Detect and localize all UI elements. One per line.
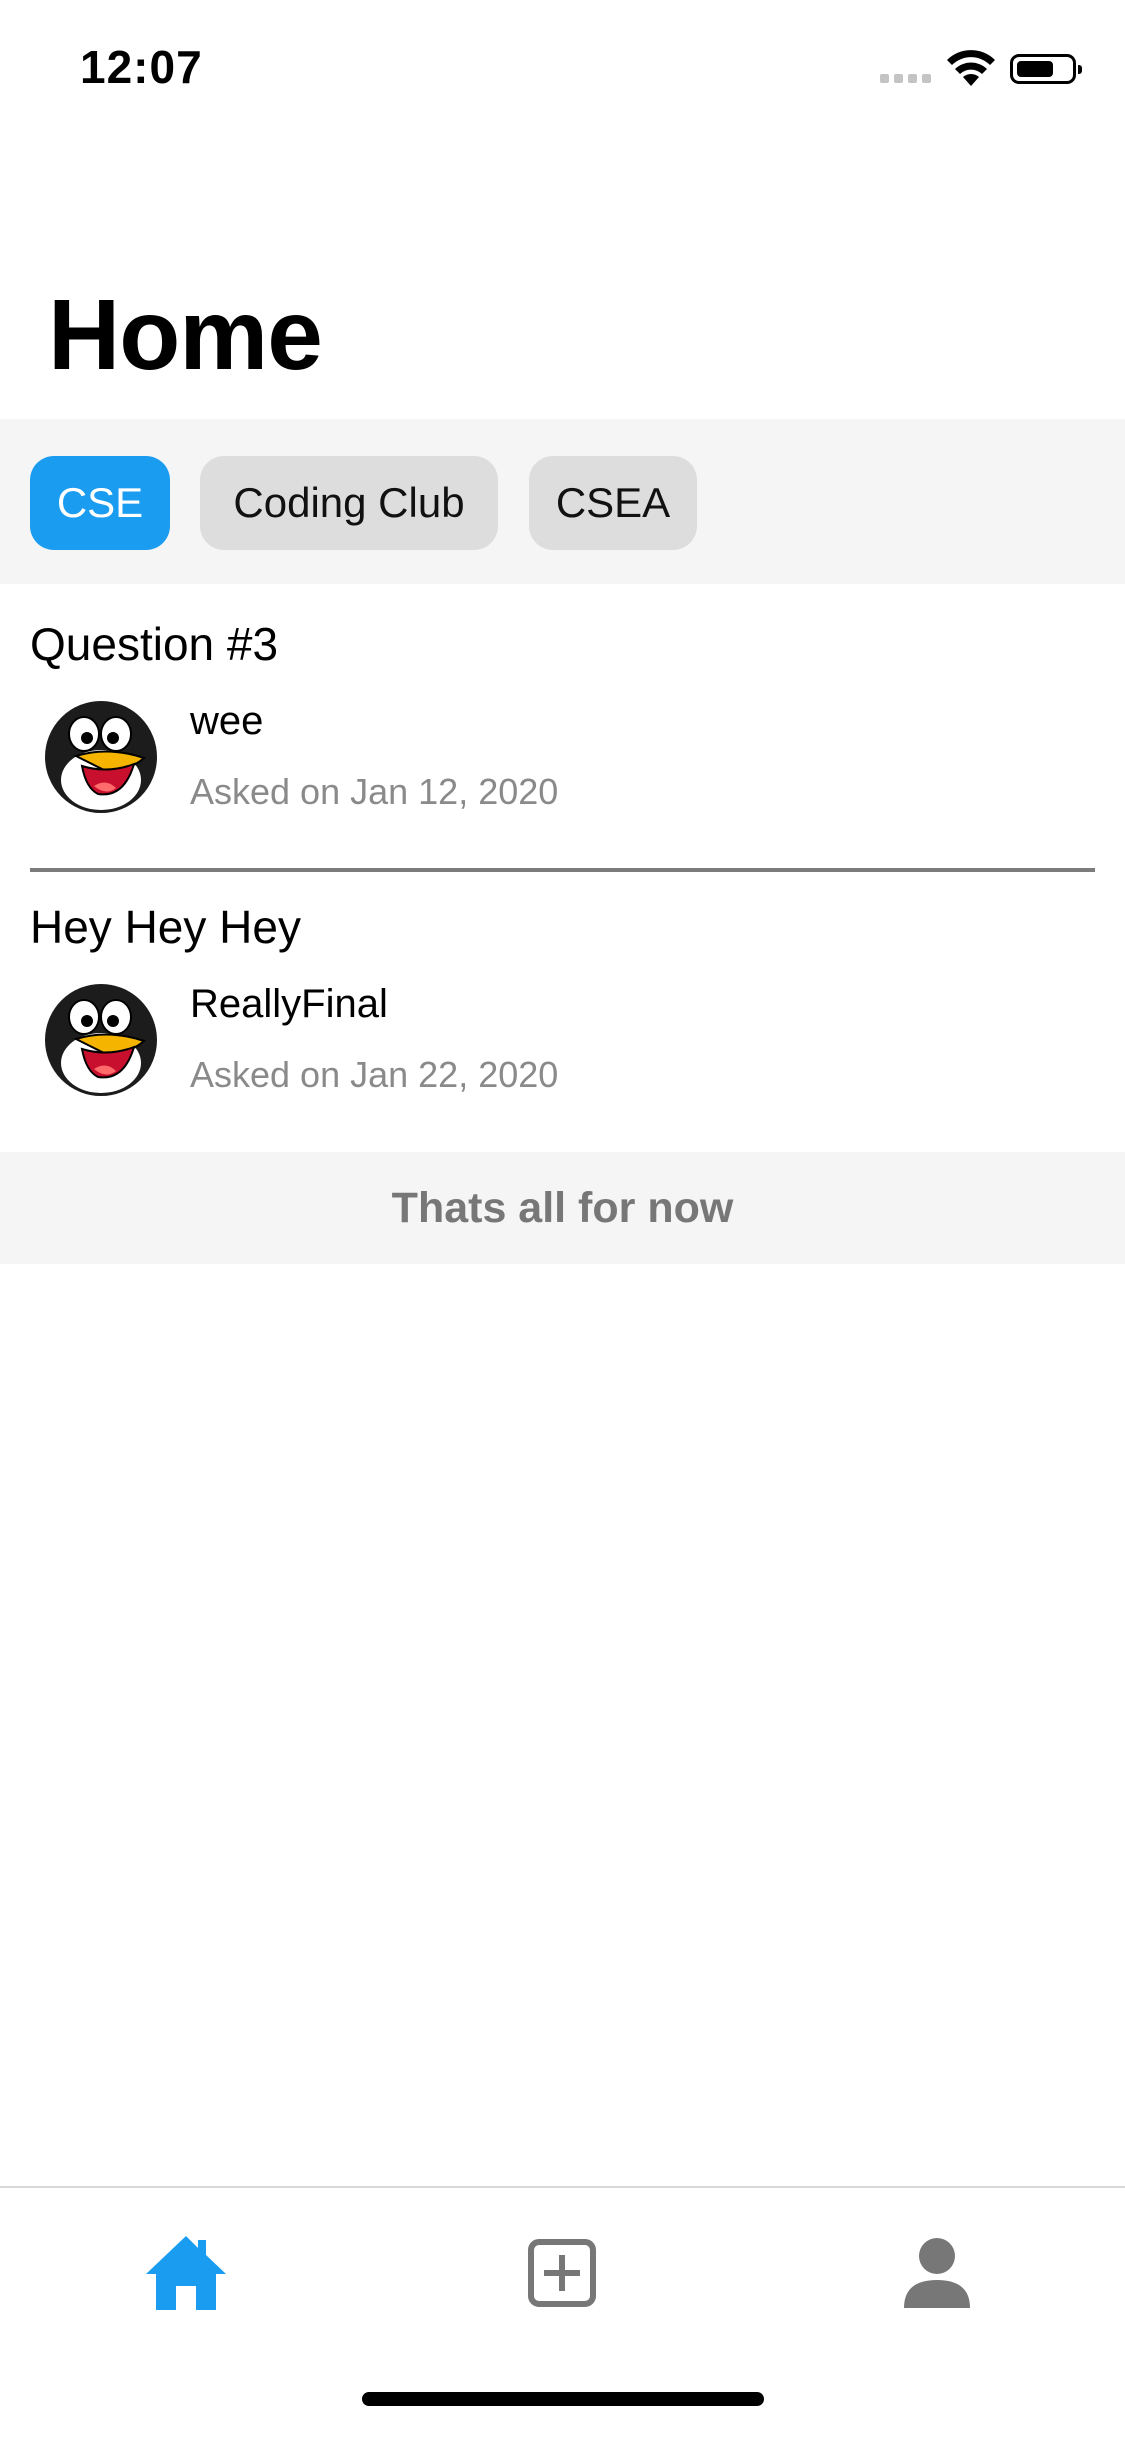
filter-bar: CSE Coding Club CSEA [0,419,1125,584]
profile-icon [904,2238,970,2308]
page-title: Home [48,279,323,391]
question-user: wee [190,699,264,743]
battery-level [1017,61,1053,77]
filter-chip-csea[interactable]: CSEA [529,456,697,550]
question-date: Asked on Jan 12, 2020 [190,771,559,812]
status-bar: 12:07 [0,0,1125,132]
filter-chip-cse[interactable]: CSE [30,456,170,550]
question-title: Hey Hey Hey [30,901,301,953]
divider [30,868,1095,872]
add-square-icon [528,2239,596,2307]
tab-home[interactable] [126,2218,246,2328]
question-user: ReallyFinal [190,982,388,1026]
question-item[interactable]: Hey Hey Hey ReallyFinal Asked on Jan 22,… [0,899,1125,1139]
filter-chip-coding-club[interactable]: Coding Club [200,456,498,550]
end-of-list-text: Thats all for now [391,1183,734,1232]
home-icon [146,2236,226,2310]
penguin-avatar-icon [43,982,159,1098]
battery-icon [1010,54,1082,84]
tab-add-question[interactable] [502,2218,622,2328]
cellular-signal-icon [880,74,931,83]
status-time: 12:07 [80,41,203,93]
end-of-list-banner: Thats all for now [0,1152,1125,1264]
question-title: Question #3 [30,618,279,670]
question-item[interactable]: Question #3 wee Asked on Jan 12, 2020 [0,616,1125,856]
question-date: Asked on Jan 22, 2020 [190,1054,559,1095]
penguin-avatar-icon [43,699,159,815]
home-indicator [362,2392,764,2406]
wifi-icon [947,50,995,86]
tab-profile[interactable] [877,2218,997,2328]
